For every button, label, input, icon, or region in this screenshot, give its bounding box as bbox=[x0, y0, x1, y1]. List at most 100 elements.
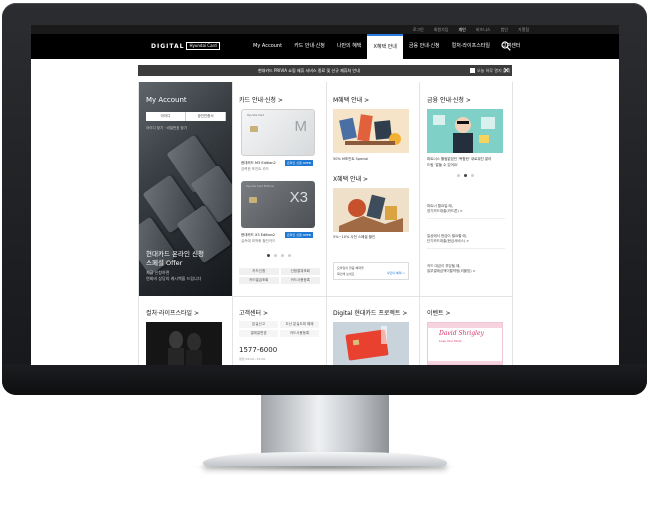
cs-button[interactable]: 카드사용등록 bbox=[280, 330, 319, 337]
nav-culture[interactable]: 컬처·라이프스타일 bbox=[446, 34, 496, 59]
nav-finance[interactable]: 금융 안내·신청 bbox=[403, 34, 446, 59]
my-account-title[interactable]: My Account bbox=[146, 96, 187, 104]
finance-item[interactable]: 일상에서 현금이 필요할 때, 단기카드대출(현금서비스) > bbox=[427, 234, 507, 244]
card-caption[interactable]: 현대카드 M3 Edition2 bbox=[241, 161, 276, 166]
cs-button[interactable]: 분실신고 bbox=[239, 321, 278, 328]
nav-x-benefits[interactable]: X혜택 안내 bbox=[367, 34, 403, 59]
promo-subtext-2: 연회비 상당의 캐시백을 드립니다 bbox=[146, 276, 202, 281]
global-nav: DIGITAL Hyundai Card My Account 카드 안내·신청… bbox=[31, 34, 619, 59]
utility-links: 로그인 회원가입 개인 비즈니스 법인 가맹점 bbox=[413, 26, 529, 33]
x-benefit-caption[interactable]: 5%~10% 사전 스페셜 할인 bbox=[333, 235, 375, 240]
card-caption[interactable]: 현대카드 X3 Edition2 bbox=[241, 233, 275, 238]
card-subcaption: 실속에 최적화 할인카드 bbox=[241, 239, 276, 243]
finance-item[interactable]: 카드 대금이 부담될 때, 일부결제금액이월약정(리볼빙) > bbox=[427, 264, 507, 274]
grid-divider bbox=[232, 82, 233, 365]
util-corporate-link[interactable]: 법인 bbox=[501, 26, 508, 33]
search-icon[interactable] bbox=[501, 41, 511, 51]
event-banner[interactable]: David Shrigley Lose Your Mind bbox=[427, 322, 503, 365]
promo-headline-2: 스페셜 Offer bbox=[146, 259, 183, 267]
illustration-graphic bbox=[339, 114, 401, 145]
notice-text[interactable]: 현대카드 PRIVIA 쇼핑 제휴 서비스 종료 및 신규 제휴처 안내 bbox=[258, 65, 360, 76]
util-login-link[interactable]: 로그인 bbox=[413, 26, 424, 33]
util-business-link[interactable]: 비즈니스 bbox=[476, 26, 491, 33]
carousel-dot[interactable] bbox=[457, 174, 460, 177]
card-section-title[interactable]: 카드 안내·신청 > bbox=[239, 95, 283, 104]
carousel-dot[interactable] bbox=[288, 254, 291, 257]
finance-caption-2: 드림 '말들 수 있어요' bbox=[427, 163, 459, 167]
grid-divider bbox=[512, 82, 513, 365]
carousel-dot[interactable] bbox=[471, 174, 474, 177]
finance-item-link[interactable]: 단기카드대출(현금서비스) > bbox=[427, 239, 507, 244]
apply-button[interactable]: 온라인 신청 OPEN bbox=[285, 160, 314, 166]
x-benefit-title[interactable]: X혜택 안내 > bbox=[333, 174, 368, 183]
digital-project-illustration[interactable] bbox=[333, 322, 409, 365]
finance-item[interactable]: 파트너 월요일 때, 장기카드대출(카드론) > bbox=[427, 204, 507, 214]
monitor-scene: 로그인 회원가입 개인 비즈니스 법인 가맹점 DIGITAL Hyundai … bbox=[0, 0, 650, 505]
quick-button[interactable]: 카드신청 bbox=[239, 268, 279, 275]
card-m-image[interactable]: Hyundai Card M bbox=[241, 109, 315, 156]
nav-card-apply[interactable]: 카드 안내·신청 bbox=[288, 34, 331, 59]
my-benefit-box[interactable]: 모바일의 맞춤 혜택을 확인해 보세요 나만의 혜택 > bbox=[333, 262, 409, 280]
login-tabs: 아이디 공인인증서 bbox=[146, 112, 226, 121]
nav-my-benefits[interactable]: 나만의 혜택 bbox=[331, 34, 368, 59]
digital-project-title[interactable]: Digital 현대카드 프로젝트 > bbox=[333, 308, 407, 317]
carousel-dot[interactable] bbox=[274, 254, 277, 257]
nav-my-account[interactable]: My Account bbox=[247, 34, 288, 59]
m-benefit-title[interactable]: M혜택 안내 > bbox=[333, 95, 369, 104]
card-x3-image[interactable]: Hyundai Card Editions X3 bbox=[241, 181, 315, 228]
util-join-link[interactable]: 회원가입 bbox=[434, 26, 449, 33]
illustration-graphic bbox=[168, 331, 202, 365]
finance-title[interactable]: 금융 안내·신청 > bbox=[427, 95, 471, 104]
finance-caption[interactable]: 파트너스 틀림없었던 '복합헌' 새로워진 잘라 bbox=[427, 157, 491, 162]
finance-item-link[interactable]: 장기카드대출(카드론) > bbox=[427, 209, 507, 214]
carousel-dot[interactable] bbox=[267, 254, 270, 257]
logo-badge: Hyundai Card bbox=[186, 42, 220, 50]
tab-id[interactable]: 아이디 bbox=[146, 112, 186, 121]
grid-divider bbox=[326, 82, 327, 365]
my-benefit-link[interactable]: 나만의 혜택 > bbox=[387, 271, 405, 275]
cs-button[interactable]: 도난 분실도피 해제 bbox=[280, 321, 319, 328]
card-letter: X3 bbox=[289, 189, 308, 206]
grid-divider bbox=[419, 82, 420, 365]
util-merchant-link[interactable]: 가맹점 bbox=[518, 26, 529, 33]
my-benefit-text-2: 확인해 보세요 bbox=[337, 272, 355, 276]
carousel-dot[interactable] bbox=[281, 254, 284, 257]
quick-button[interactable]: 신청결과조회 bbox=[280, 268, 320, 275]
quick-button[interactable]: 카드사용등록 bbox=[280, 277, 320, 284]
culture-title[interactable]: 컬처·라이프스타일 > bbox=[146, 308, 199, 317]
finance-illustration[interactable] bbox=[427, 109, 503, 153]
divider bbox=[427, 248, 505, 249]
card-chip bbox=[249, 197, 257, 203]
close-icon[interactable]: ✕ bbox=[503, 65, 510, 76]
finance-carousel-dots bbox=[457, 174, 474, 177]
divider bbox=[427, 218, 505, 219]
event-title[interactable]: 이벤트 > bbox=[427, 308, 451, 317]
x-benefit-illustration[interactable] bbox=[333, 188, 409, 232]
m-benefit-illustration[interactable] bbox=[333, 109, 409, 153]
cs-button[interactable]: 결제일변경 bbox=[239, 330, 278, 337]
carousel-dot[interactable] bbox=[464, 174, 467, 177]
illustration-graphic bbox=[433, 115, 495, 153]
cs-hours: 평일 09:00~18:00 bbox=[239, 357, 266, 361]
apply-button[interactable]: 온라인 신청 OPEN bbox=[285, 232, 314, 238]
card-subcaption: 강력한 포인트 카드 bbox=[241, 167, 269, 171]
culture-illustration[interactable] bbox=[146, 322, 222, 365]
tab-certificate[interactable]: 공인인증서 bbox=[186, 112, 226, 121]
find-account-link[interactable]: 아이디 찾기 · 비밀번호 찾기 bbox=[146, 126, 187, 131]
util-personal-link[interactable]: 개인 bbox=[458, 26, 465, 33]
logo[interactable]: DIGITAL Hyundai Card bbox=[151, 42, 220, 50]
card-chip bbox=[250, 126, 258, 132]
customer-center-buttons: 분실신고 도난 분실도피 해제 결제일변경 카드사용등록 bbox=[239, 321, 319, 337]
finance-item-link[interactable]: 일부결제금액이월약정(리볼빙) > bbox=[427, 269, 507, 274]
card-quick-buttons: 카드신청 신청결과조회 카드발급조회 카드사용등록 bbox=[239, 268, 320, 284]
cs-phone-number: 1577-6000 bbox=[239, 346, 278, 354]
monitor-chin bbox=[2, 364, 647, 395]
m-benefit-caption[interactable]: 50% M포인트 Special bbox=[333, 157, 368, 162]
quick-button[interactable]: 카드발급조회 bbox=[239, 277, 279, 284]
my-account-promo[interactable]: My Account 아이디 공인인증서 아이디 찾기 · 비밀번호 찾기 현대… bbox=[139, 82, 232, 296]
customer-center-title[interactable]: 고객센터 > bbox=[239, 308, 268, 317]
gnb-menu: My Account 카드 안내·신청 나만의 혜택 X혜택 안내 금융 안내·… bbox=[247, 34, 526, 59]
notice-checkbox[interactable] bbox=[470, 68, 475, 73]
illustration-graphic bbox=[345, 326, 389, 361]
illustration-graphic bbox=[339, 194, 403, 232]
